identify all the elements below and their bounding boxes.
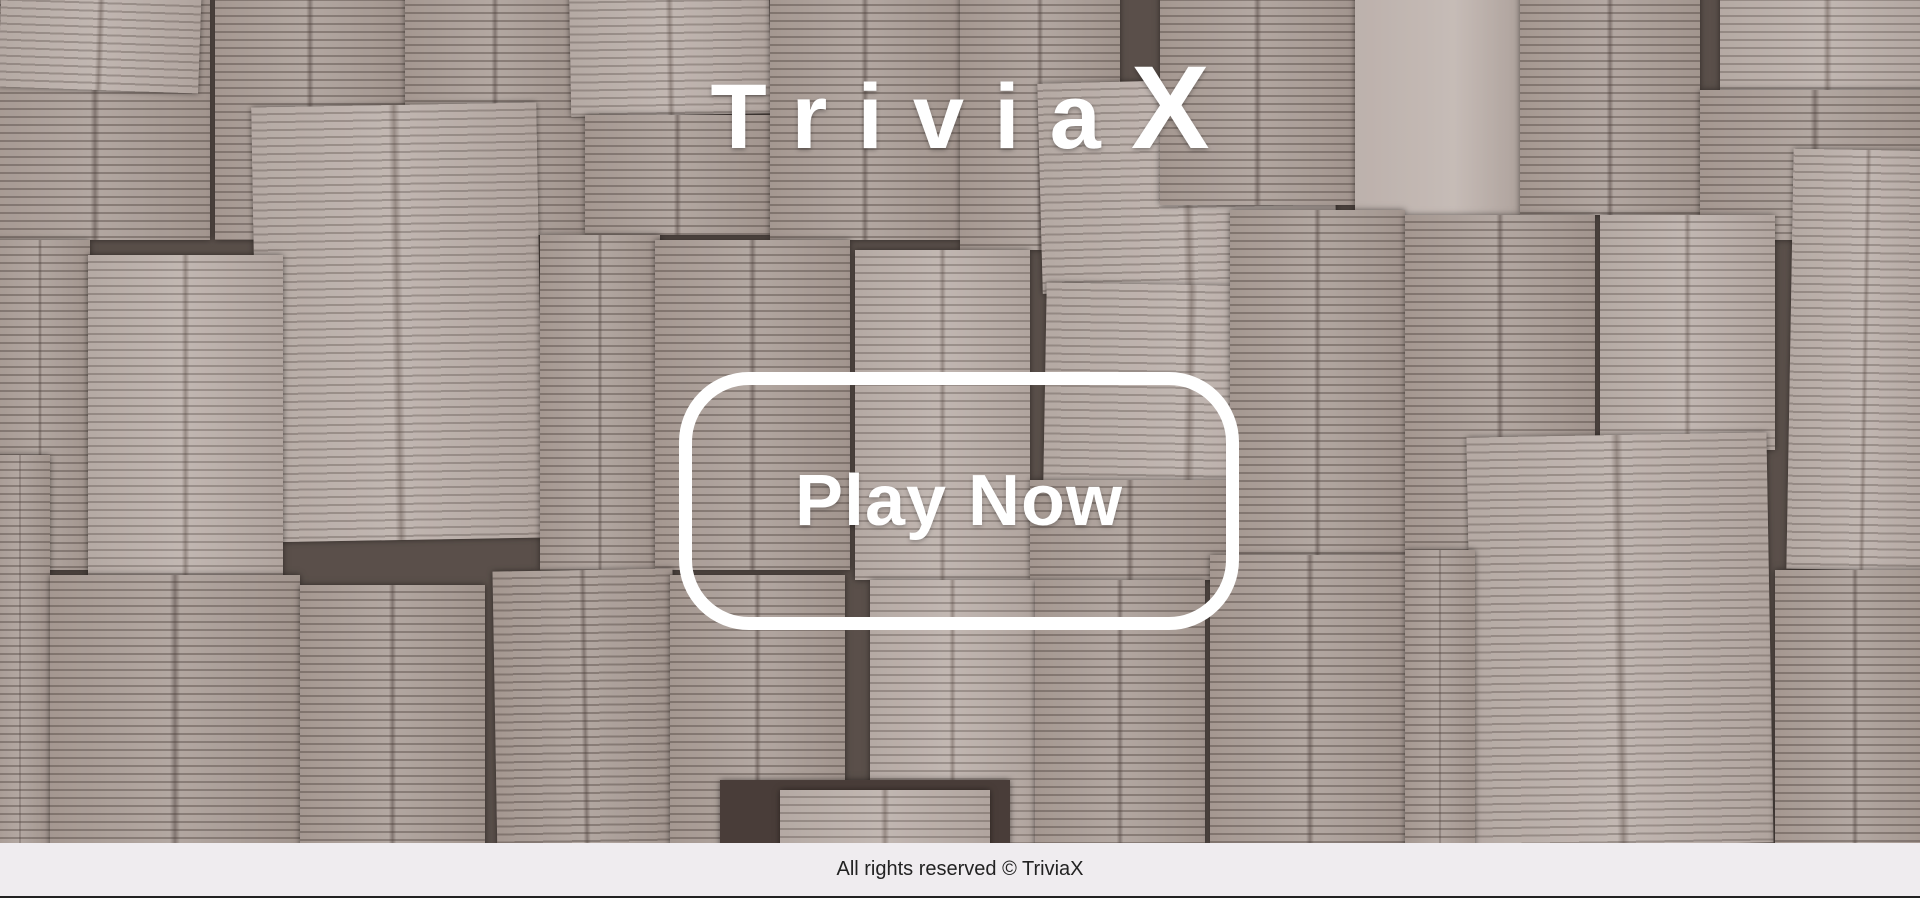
- logo-x-mark: X: [1130, 42, 1210, 174]
- footer: All rights reserved © TriviaX: [0, 843, 1920, 898]
- play-now-label: Play Now: [794, 461, 1124, 541]
- logo: TriviaX: [0, 40, 1920, 176]
- play-now-button[interactable]: Play Now: [679, 372, 1239, 630]
- logo-word: Trivia: [710, 66, 1131, 168]
- footer-copyright: All rights reserved © TriviaX: [836, 858, 1084, 880]
- page: TriviaX Play Now All rights reserved © T…: [0, 0, 1920, 898]
